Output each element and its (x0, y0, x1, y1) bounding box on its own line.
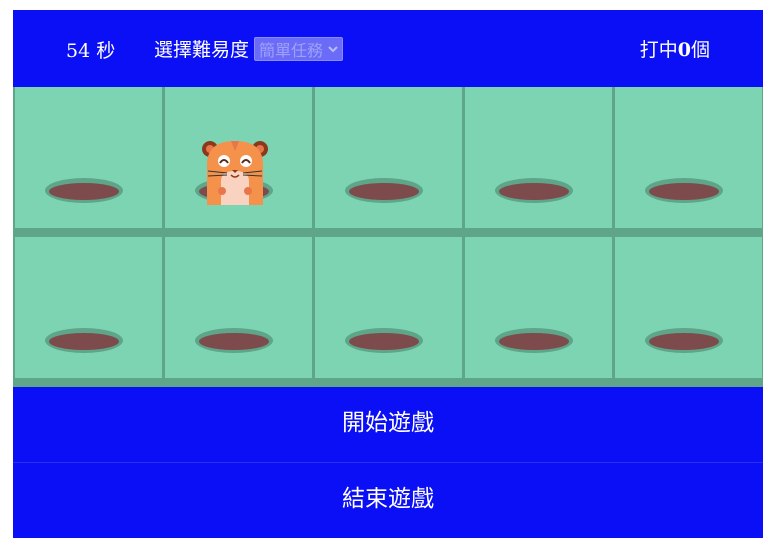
mole-cell[interactable] (15, 87, 162, 228)
difficulty-picker: 選擇難易度 簡單任務 (154, 35, 344, 62)
difficulty-selected-value: 簡單任務 (259, 40, 324, 60)
score-prefix: 打中 (639, 39, 678, 61)
chevron-down-icon (328, 45, 338, 52)
mole-cell[interactable] (165, 87, 312, 228)
mole-cell[interactable] (165, 237, 312, 378)
mole-hole (45, 178, 123, 203)
start-game-button[interactable]: 開始遊戲 (13, 387, 763, 462)
mole-cell[interactable] (315, 237, 462, 378)
mole-cell[interactable] (315, 87, 462, 228)
mole-character[interactable] (200, 137, 270, 205)
mole-cell[interactable] (615, 87, 762, 228)
mole-hole (45, 328, 123, 353)
mole-cell[interactable] (15, 237, 162, 378)
mole-hole (645, 178, 723, 203)
score-value: 0 (677, 39, 691, 61)
game-header: 54 秒 選擇難易度 簡單任務 打中0個 (13, 10, 763, 87)
difficulty-select[interactable]: 簡單任務 (254, 36, 344, 61)
mole-hole (495, 178, 573, 203)
mole-hole (495, 328, 573, 353)
mole-hole (345, 178, 423, 203)
mole-cell[interactable] (465, 87, 612, 228)
end-game-button[interactable]: 結束遊戲 (13, 462, 763, 538)
whack-a-mole-game: 54 秒 選擇難易度 簡單任務 打中0個 開始遊戲 結束遊戲 (13, 10, 763, 538)
mole-hole (345, 328, 423, 353)
mole-cell[interactable] (615, 237, 762, 378)
timer-text: 54 秒 (66, 40, 116, 62)
score-counter: 打中0個 (640, 35, 710, 62)
score-suffix: 個 (690, 39, 710, 61)
mole-cell[interactable] (465, 237, 612, 378)
difficulty-label: 選擇難易度 (154, 39, 250, 61)
mole-hole (645, 328, 723, 353)
mole-hole (195, 328, 273, 353)
mole-board (13, 87, 763, 387)
